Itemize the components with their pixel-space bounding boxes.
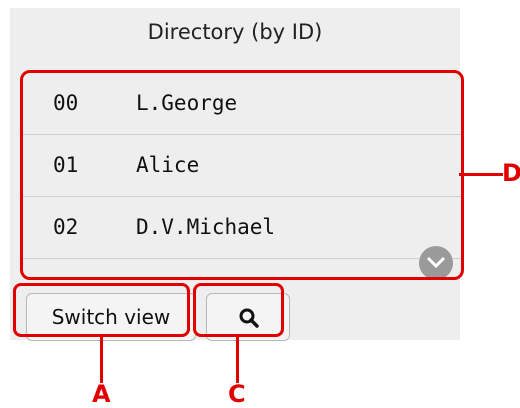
callout-a-label: A [92,380,111,408]
entry-id: 00 [53,91,79,115]
scroll-down-button[interactable] [419,246,453,277]
callout-d-line [459,173,503,176]
list-item[interactable]: 02 D.V.Michael [23,197,461,259]
callout-a-line [100,337,103,383]
entry-id: 02 [53,215,79,239]
list-item[interactable]: 03 [23,259,461,277]
entry-id: 01 [53,153,79,177]
callout-c-line [236,337,239,383]
callout-c-label: C [228,380,246,408]
callout-a-highlight [13,283,190,337]
entry-name: Alice [136,153,200,177]
callout-c-highlight [193,283,284,337]
directory-list[interactable]: 00 L.George 01 Alice 02 D.V.Michael 03 [20,70,464,280]
list-item[interactable]: 00 L.George [23,73,461,135]
entry-name: D.V.Michael [136,215,276,239]
entry-id: 03 [53,275,78,277]
chevron-down-icon [426,256,446,269]
list-item[interactable]: 01 Alice [23,135,461,197]
page-title: Directory (by ID) [147,20,323,44]
callout-d-label: D [502,159,520,187]
entry-name: L.George [136,91,238,115]
